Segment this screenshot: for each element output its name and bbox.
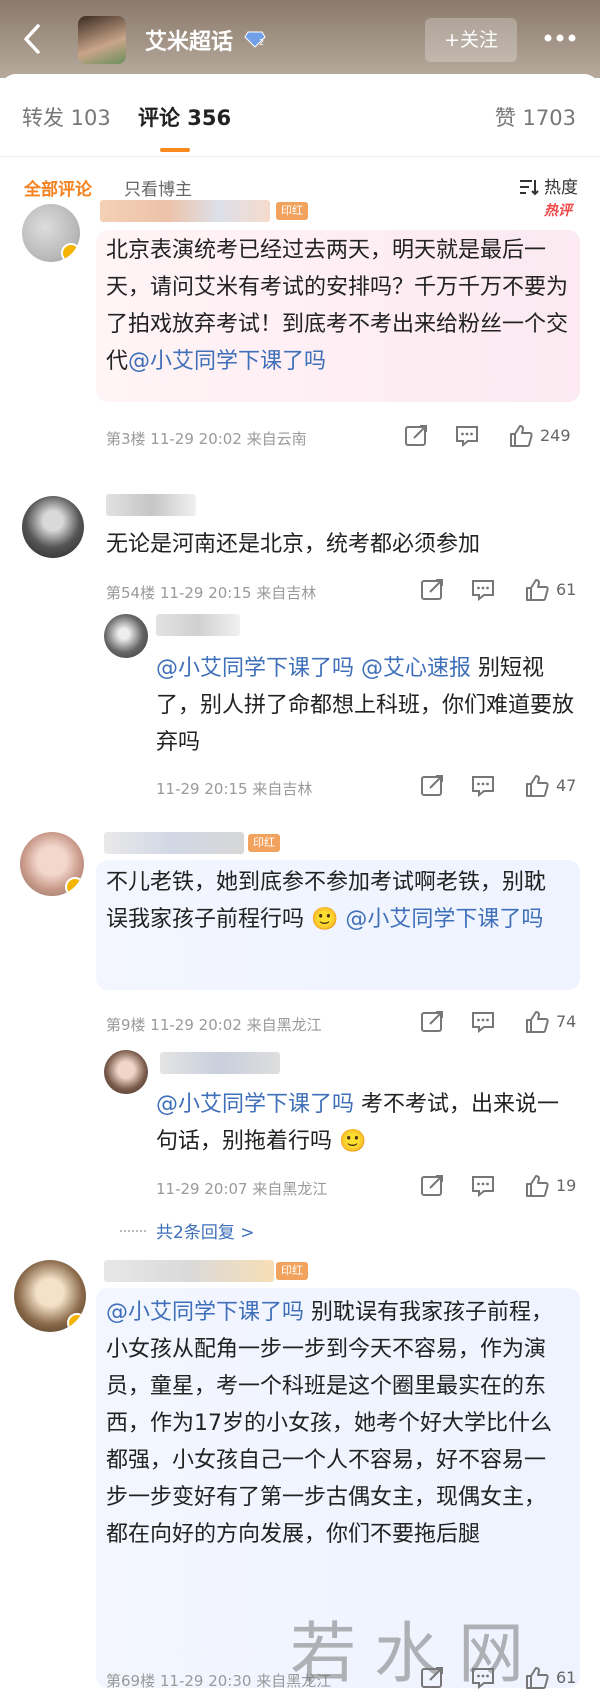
like-icon[interactable] xyxy=(524,1174,550,1198)
reply-icon[interactable] xyxy=(470,578,496,602)
comment-text: 北京表演统考已经过去两天，明天就是最后一天，请问艾米有考试的安排吗？千万千万不要… xyxy=(106,238,569,374)
reply-meta: 11-29 20:15 来自吉林 xyxy=(156,780,313,798)
reply-username-blurred[interactable] xyxy=(156,614,240,636)
comment-item: 印红 热评 北京表演统考已经过去两天，明天就是最后一天，请问艾米有考试的安排吗？… xyxy=(0,190,600,460)
reply-icon[interactable] xyxy=(470,774,496,798)
follow-button[interactable]: +关注 xyxy=(425,18,517,62)
replies-divider xyxy=(120,1230,146,1232)
hot-comment-badge: 热评 xyxy=(544,203,572,219)
share-icon[interactable] xyxy=(420,1010,446,1034)
like-icon[interactable] xyxy=(524,578,550,602)
reply-meta: 11-29 20:07 来自黑龙江 xyxy=(156,1180,328,1198)
verified-icon xyxy=(65,877,84,896)
tab-indicator xyxy=(160,148,190,152)
tab-repost[interactable]: 转发 103 xyxy=(22,102,111,132)
reply-username-blurred[interactable] xyxy=(160,1052,280,1074)
like-count: 249 xyxy=(540,426,571,445)
tab-comment[interactable]: 评论 356 xyxy=(138,102,231,132)
comment-text: 无论是河南还是北京，统考都必须参加 xyxy=(106,532,481,557)
comment-item: 印红 不儿老铁，她到底参不参加考试啊老铁，别耽误我家孩子前程行吗 🙂 @小艾同学… xyxy=(0,830,600,1270)
share-icon[interactable] xyxy=(420,578,446,602)
comment-meta: 第3楼 11-29 20:02 来自云南 xyxy=(106,430,307,448)
like-count: 19 xyxy=(556,1176,577,1195)
like-count: 61 xyxy=(556,1668,577,1687)
tab-like[interactable]: 赞 1703 xyxy=(495,102,576,132)
mention-link[interactable]: @小艾同学下课了吗 xyxy=(156,656,354,681)
comment-text: 不儿老铁，她到底参不参加考试啊老铁，别耽误我家孩子前程行吗 🙂 @小艾同学下课了… xyxy=(106,870,547,932)
comment-meta: 第9楼 11-29 20:02 来自黑龙江 xyxy=(106,1016,322,1034)
comment-meta: 第54楼 11-29 20:15 来自吉林 xyxy=(106,584,317,602)
avatar[interactable] xyxy=(22,496,84,558)
share-icon[interactable] xyxy=(404,424,430,448)
reply-text: @小艾同学下课了吗 @艾心速报 别短视了，别人拼了命都想上科班，你们难道要放弃吗 xyxy=(156,656,575,755)
more-icon[interactable] xyxy=(540,28,580,48)
mention-link[interactable]: @小艾同学下课了吗 xyxy=(128,349,326,374)
gem-badge-icon: 2 xyxy=(244,31,266,48)
svg-text:2: 2 xyxy=(259,38,264,47)
like-icon[interactable] xyxy=(524,774,550,798)
more-replies-link[interactable]: 共2条回复 > xyxy=(156,1218,254,1243)
mention-link[interactable]: @小艾同学下课了吗 xyxy=(106,1300,304,1325)
like-icon[interactable] xyxy=(508,424,534,448)
avatar[interactable] xyxy=(22,204,80,262)
back-icon[interactable] xyxy=(18,22,46,56)
reply-text: @小艾同学下课了吗 考不考试，出来说一句话，别拖着行吗 🙂 xyxy=(156,1092,560,1154)
member-badge: 印红 xyxy=(276,1262,308,1280)
username-blurred[interactable] xyxy=(106,494,196,516)
like-count: 47 xyxy=(556,776,577,795)
username-blurred[interactable] xyxy=(104,1260,274,1282)
page-title: 艾米超话 xyxy=(145,30,234,55)
verified-icon xyxy=(61,243,80,262)
member-badge: 印红 xyxy=(248,834,280,852)
like-count: 74 xyxy=(556,1012,577,1031)
watermark: 若水网 xyxy=(290,1615,542,1692)
mention-link[interactable]: @小艾同学下课了吗 xyxy=(345,907,543,932)
reply-icon[interactable] xyxy=(470,1010,496,1034)
comment-actions: 249 xyxy=(404,424,584,450)
top-bar: 艾米超话 2 +关注 xyxy=(0,0,600,78)
like-icon[interactable] xyxy=(524,1010,550,1034)
reply-icon[interactable] xyxy=(470,1174,496,1198)
reply-actions: 19 xyxy=(420,1174,585,1200)
comment-text: @小艾同学下课了吗 别耽误有我家孩子前程，小女孩从配角一步一步到今天不容易，作为… xyxy=(106,1300,554,1547)
share-icon[interactable] xyxy=(420,774,446,798)
reply-actions: 47 xyxy=(420,774,585,800)
reply-icon[interactable] xyxy=(454,424,480,448)
avatar[interactable] xyxy=(20,832,84,896)
reply-avatar[interactable] xyxy=(104,614,148,658)
tab-bar: 转发 103 评论 356 赞 1703 xyxy=(0,74,600,156)
share-icon[interactable] xyxy=(420,1174,446,1198)
member-badge: 印红 xyxy=(276,202,308,220)
username-blurred[interactable] xyxy=(100,200,270,222)
username-blurred[interactable] xyxy=(104,832,244,854)
verified-icon xyxy=(67,1313,86,1332)
comment-actions: 61 xyxy=(420,578,585,604)
comment-item: 无论是河南还是北京，统考都必须参加 第54楼 11-29 20:15 来自吉林 … xyxy=(0,490,600,810)
mention-link[interactable]: @艾心速报 xyxy=(361,656,471,681)
topic-avatar[interactable] xyxy=(78,16,126,64)
comment-actions: 74 xyxy=(420,1010,585,1036)
avatar[interactable] xyxy=(14,1260,86,1332)
mention-link[interactable]: @小艾同学下课了吗 xyxy=(156,1092,354,1117)
like-count: 61 xyxy=(556,580,577,599)
reply-avatar[interactable] xyxy=(104,1050,148,1094)
